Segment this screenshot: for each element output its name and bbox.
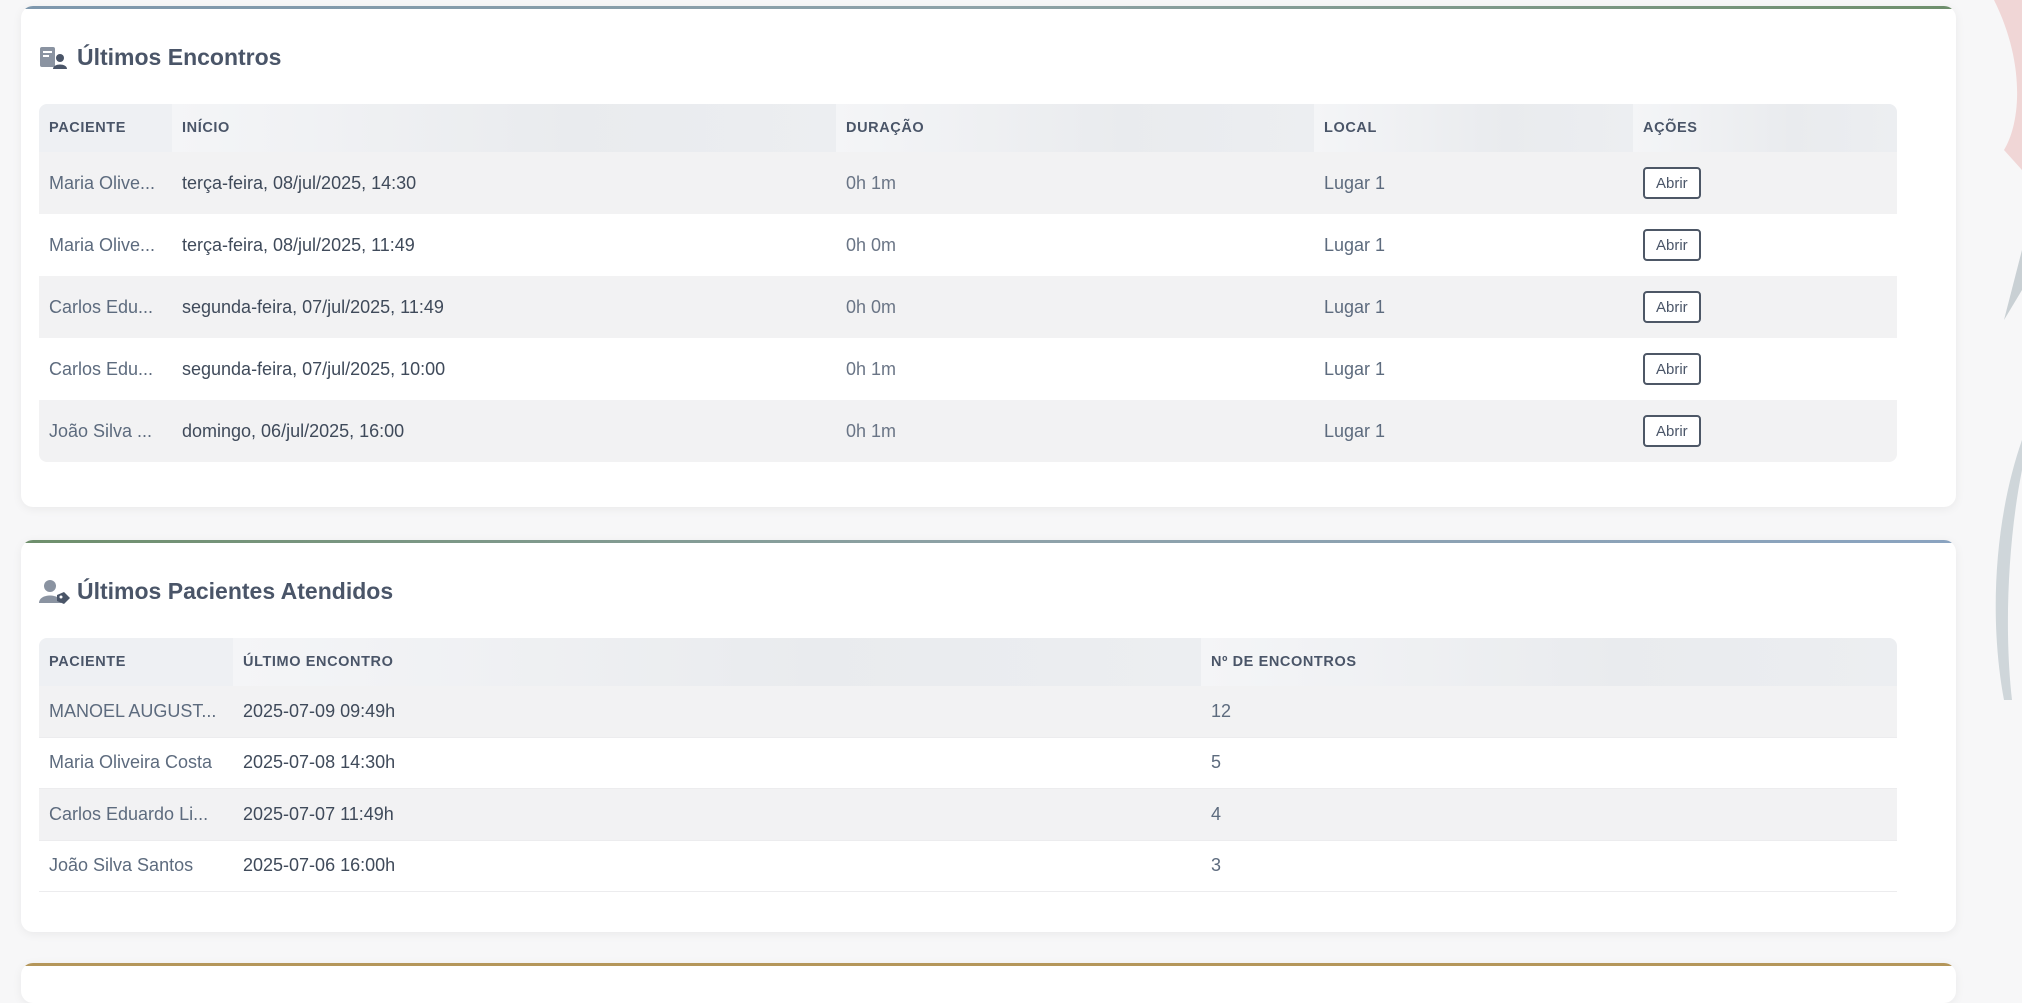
start-cell: terça-feira, 08/jul/2025, 11:49 [172, 214, 836, 276]
patient-cell: Maria Olive... [39, 152, 172, 214]
table-row: Maria Oliveira Costa 2025-07-08 14:30h 5 [39, 737, 1897, 789]
last-encounter-cell: 2025-07-09 09:49h [233, 686, 1201, 738]
patient-cell: Carlos Edu... [39, 338, 172, 400]
table-row: MANOEL AUGUST... 2025-07-09 09:49h 12 [39, 686, 1897, 738]
patient-cell: Maria Oliveira Costa [39, 737, 233, 789]
actions-cell: Abrir [1633, 152, 1897, 214]
table-row: João Silva ... domingo, 06/jul/2025, 16:… [39, 400, 1897, 462]
start-cell: segunda-feira, 07/jul/2025, 10:00 [172, 338, 836, 400]
column-header-patient[interactable]: PACIENTE [39, 104, 172, 152]
actions-cell: Abrir [1633, 214, 1897, 276]
location-cell: Lugar 1 [1314, 338, 1633, 400]
table-header-row: PACIENTE INÍCIO DURAÇÃO LOCAL AÇÕES [39, 104, 1897, 152]
encounter-count-cell: 3 [1201, 840, 1897, 892]
last-encounter-cell: 2025-07-07 11:49h [233, 789, 1201, 841]
column-header-patient[interactable]: PACIENTE [39, 638, 233, 686]
column-header-actions: AÇÕES [1633, 104, 1897, 152]
open-encounter-button[interactable]: Abrir [1643, 291, 1701, 323]
card-accent-bar [21, 540, 1956, 543]
patient-cell: Carlos Eduardo Li... [39, 789, 233, 841]
patient-record-icon [39, 45, 67, 71]
recent-encounters-title: Últimos Encontros [39, 44, 281, 71]
actions-cell: Abrir [1633, 276, 1897, 338]
encounters-table: PACIENTE INÍCIO DURAÇÃO LOCAL AÇÕES Mari… [39, 104, 1897, 462]
duration-cell: 0h 1m [836, 338, 1314, 400]
column-header-encounter-count[interactable]: Nº DE ENCONTROS [1201, 638, 1897, 686]
duration-cell: 0h 1m [836, 400, 1314, 462]
last-encounter-cell: 2025-07-06 16:00h [233, 840, 1201, 892]
patient-cell: Carlos Edu... [39, 276, 172, 338]
location-cell: Lugar 1 [1314, 152, 1633, 214]
table-header-row: PACIENTE ÚLTIMO ENCONTRO Nº DE ENCONTROS [39, 638, 1897, 686]
duration-cell: 0h 1m [836, 152, 1314, 214]
table-row: João Silva Santos 2025-07-06 16:00h 3 [39, 840, 1897, 892]
card-accent-bar [21, 6, 1956, 9]
card-title-text: Últimos Encontros [77, 44, 282, 70]
actions-cell: Abrir [1633, 338, 1897, 400]
column-header-start[interactable]: INÍCIO [172, 104, 836, 152]
patient-cell: MANOEL AUGUST... [39, 686, 233, 738]
background-decoration [1964, 0, 2022, 987]
table-row: Maria Olive... terça-feira, 08/jul/2025,… [39, 152, 1897, 214]
column-header-last-encounter[interactable]: ÚLTIMO ENCONTRO [233, 638, 1201, 686]
encounter-count-cell: 5 [1201, 737, 1897, 789]
open-encounter-button[interactable]: Abrir [1643, 167, 1701, 199]
table-row: Carlos Edu... segunda-feira, 07/jul/2025… [39, 276, 1897, 338]
last-encounter-cell: 2025-07-08 14:30h [233, 737, 1201, 789]
patient-cell: João Silva Santos [39, 840, 233, 892]
card-accent-bar [21, 963, 1956, 966]
start-cell: segunda-feira, 07/jul/2025, 11:49 [172, 276, 836, 338]
location-cell: Lugar 1 [1314, 400, 1633, 462]
recent-patients-title: Últimos Pacientes Atendidos [39, 578, 393, 605]
column-header-duration[interactable]: DURAÇÃO [836, 104, 1314, 152]
column-header-location[interactable]: LOCAL [1314, 104, 1633, 152]
location-cell: Lugar 1 [1314, 276, 1633, 338]
card-title-text: Últimos Pacientes Atendidos [77, 578, 394, 604]
user-tag-icon [39, 579, 70, 605]
patients-table: PACIENTE ÚLTIMO ENCONTRO Nº DE ENCONTROS… [39, 638, 1897, 892]
table-row: Carlos Edu... segunda-feira, 07/jul/2025… [39, 338, 1897, 400]
encounter-count-cell: 12 [1201, 686, 1897, 738]
table-row: Carlos Eduardo Li... 2025-07-07 11:49h 4 [39, 789, 1897, 841]
start-cell: terça-feira, 08/jul/2025, 14:30 [172, 152, 836, 214]
patient-cell: João Silva ... [39, 400, 172, 462]
open-encounter-button[interactable]: Abrir [1643, 415, 1701, 447]
duration-cell: 0h 0m [836, 214, 1314, 276]
encounter-count-cell: 4 [1201, 789, 1897, 841]
next-section-card [21, 963, 1956, 1003]
duration-cell: 0h 0m [836, 276, 1314, 338]
patient-cell: Maria Olive... [39, 214, 172, 276]
table-row: Maria Olive... terça-feira, 08/jul/2025,… [39, 214, 1897, 276]
open-encounter-button[interactable]: Abrir [1643, 229, 1701, 261]
location-cell: Lugar 1 [1314, 214, 1633, 276]
actions-cell: Abrir [1633, 400, 1897, 462]
start-cell: domingo, 06/jul/2025, 16:00 [172, 400, 836, 462]
open-encounter-button[interactable]: Abrir [1643, 353, 1701, 385]
